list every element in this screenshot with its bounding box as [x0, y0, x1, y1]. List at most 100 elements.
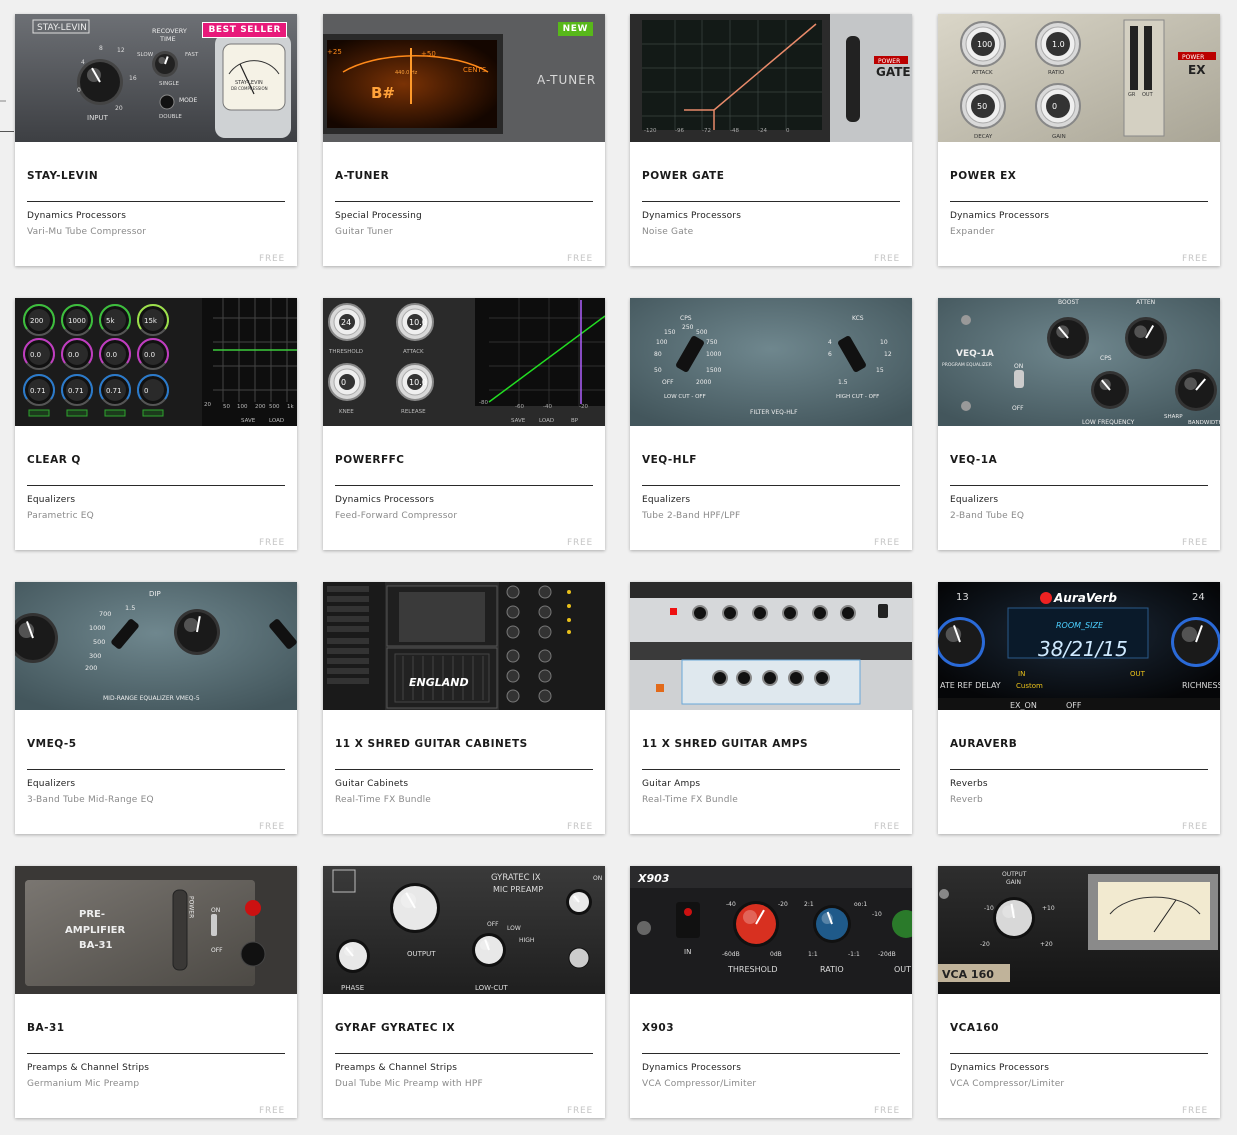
thumb-label: 500 — [696, 329, 708, 336]
product-title[interactable]: A-TUNER — [335, 170, 389, 182]
title-divider — [27, 769, 285, 770]
product-thumbnail[interactable]: 100 1.0 50 0 ATTACK RATIO DECAY GAIN GR OUT … — [938, 14, 1220, 142]
thumb-label: 1000 — [89, 624, 106, 632]
product-card[interactable]: VEQ-1A PROGRAM EQUALIZER ON OFF BOOST ATTEN… — [938, 298, 1220, 550]
product-title[interactable]: POWERFFC — [335, 454, 405, 466]
thumb-label: SINGLE — [159, 81, 180, 87]
thumb-label: LOAD — [269, 418, 284, 424]
thumb-label: 1.0 — [1052, 40, 1065, 49]
product-thumbnail[interactable]: AuraVerb ROOM_SIZE 38/21/15 IN OUT Custom … — [938, 582, 1220, 710]
thumb-label: 20 — [204, 402, 211, 408]
product-category: Dynamics Processors — [642, 1063, 742, 1073]
thumb-label: 250 — [682, 324, 694, 331]
product-title[interactable]: 11 X SHRED GUITAR AMPS — [642, 738, 808, 750]
product-card[interactable]: AuraVerb ROOM_SIZE 38/21/15 IN OUT Custom … — [938, 582, 1220, 834]
product-title[interactable]: VMEQ-5 — [27, 738, 77, 750]
plugin-ui-image: OUTPUTGAIN -10 +10 -20 +20 VCA 160 — [938, 866, 1220, 994]
product-card[interactable]: OUTPUT PHASE LOW-CUT OFF LOW HIGH GYRATEC … — [323, 866, 605, 1118]
product-thumbnail[interactable]: STAY-LEVIN INPUT 0 4 8 12 16 20 RECOVERY TIME S… — [15, 14, 297, 142]
thumb-label: 2:1 — [804, 901, 814, 908]
product-thumbnail[interactable]: -96 -72 -48 -24 0 -120 POWER GATE — [630, 14, 912, 142]
thumb-label: 12 — [117, 47, 125, 54]
product-title[interactable]: VEQ-1A — [950, 454, 997, 466]
thumb-label: ON — [593, 875, 602, 882]
thumb-label: PRE- — [79, 909, 105, 920]
thumb-label: 50 — [977, 102, 987, 111]
product-title[interactable]: AURAVERB — [950, 738, 1017, 750]
product-thumbnail[interactable]: X903 IN -40 -20 -60dB 0dB THRESHOLD 2:1 oo:1 1… — [630, 866, 912, 994]
plugin-ui-image: DIP 700 1.5 1000 500 300 200 MID-RANGE EQUALIZ… — [15, 582, 297, 710]
thumb-label: IN — [684, 948, 691, 956]
product-title[interactable]: POWER EX — [950, 170, 1016, 182]
product-subtitle: Parametric EQ — [27, 511, 94, 521]
product-thumbnail[interactable]: OUTPUT GAIN -10 +10 -20 +20 VCA 160 — [938, 866, 1220, 994]
product-card[interactable]: OUTPUT GAIN -10 +10 -20 +20 VCA 160 VCA160 D… — [938, 866, 1220, 1118]
thumb-label: MID-RANGE EQUALIZER VMEQ-5 — [103, 695, 200, 702]
product-category: Guitar Cabinets — [335, 779, 409, 789]
product-thumbnail[interactable]: 24 10.0 0 10.0 THRESHOLD ATTACK KNEE RELEAS… — [323, 298, 605, 426]
product-thumbnail[interactable]: DIP 700 1.5 1000 500 300 200 MID-RANGE EQUALIZ… — [15, 582, 297, 710]
thumb-label: KNEE — [339, 409, 354, 415]
product-thumbnail[interactable] — [630, 582, 912, 710]
thumb-label: 0 — [77, 87, 81, 94]
product-title[interactable]: CLEAR Q — [27, 454, 81, 466]
plugin-ui-image: CPS 250500 750 1000 1500 2000 150 100 80 50OFF L… — [630, 298, 912, 426]
product-card[interactable]: 200 1000 5k 15k 0.0 0.0 0.0 0.0 0.71 0.7… — [15, 298, 297, 550]
product-title[interactable]: X903 — [642, 1022, 674, 1034]
product-thumbnail[interactable]: OUTPUT PHASE LOW-CUT OFF LOW HIGH GYRATEC … — [323, 866, 605, 994]
product-title[interactable]: 11 X SHRED GUITAR CABINETS — [335, 738, 528, 750]
product-title[interactable]: GYRAF GYRATEC IX — [335, 1022, 455, 1034]
price-label: FREE — [873, 1106, 900, 1116]
product-card[interactable]: 24 10.0 0 10.0 THRESHOLD ATTACK KNEE RELEAS… — [323, 298, 605, 550]
product-card[interactable]: STAY-LEVIN INPUT 0 4 8 12 16 20 RECOVERY TIME S… — [15, 14, 297, 266]
product-subtitle: VCA Compressor/Limiter — [950, 1079, 1065, 1089]
thumb-label: 1000 — [706, 351, 721, 358]
title-divider — [335, 201, 593, 202]
product-thumbnail[interactable]: PRE- AMPLIFIER BA-31 POWER ON OFF — [15, 866, 297, 994]
product-thumbnail[interactable]: VEQ-1A PROGRAM EQUALIZER ON OFF BOOST ATTEN… — [938, 298, 1220, 426]
title-divider — [950, 769, 1208, 770]
thumb-label: ATTEN — [1136, 299, 1155, 306]
thumb-label: -10 — [984, 905, 994, 912]
product-thumbnail[interactable]: 200 1000 5k 15k 0.0 0.0 0.0 0.0 0.71 0.7… — [15, 298, 297, 426]
product-card[interactable]: +25 +50 CENTS B# 440.0 Hz A-TUNER NEW A-TUN… — [323, 14, 605, 266]
thumb-label: POWER — [188, 896, 195, 918]
thumb-label: LOW-CUT — [475, 984, 508, 992]
thumb-label: GAIN — [1052, 134, 1066, 140]
product-category: Equalizers — [27, 779, 76, 789]
product-card[interactable]: CPS 250 500 750 1000 1500 2000 150 100 80 50 OFF L… — [630, 298, 912, 550]
product-subtitle: Germanium Mic Preamp — [27, 1079, 140, 1089]
thumb-label: 1.5 — [838, 379, 848, 386]
product-thumbnail[interactable]: +25 +50 CENTS B# 440.0 Hz A-TUNER NEW — [323, 14, 605, 142]
thumb-label: 5k — [106, 317, 115, 325]
price-label: FREE — [1181, 822, 1208, 832]
product-title[interactable]: VCA160 — [950, 1022, 999, 1034]
thumb-label: B# — [371, 84, 395, 102]
thumb-label: CPS — [680, 315, 692, 322]
thumb-label: 0.71 — [30, 387, 46, 395]
plugin-ui-image: AuraVerb ROOM_SIZE 38/21/15 IN OUTCustom … — [938, 582, 1220, 710]
product-title[interactable]: STAY-LEVIN — [27, 170, 98, 182]
plugin-ui-image: 200 1000 5k 15k 0.0 0.0 0.0 0.0 0.71 0.7… — [15, 298, 297, 426]
product-card[interactable]: X903 IN -40 -20 -60dB 0dB THRESHOLD 2:1 oo:1 1… — [630, 866, 912, 1118]
thumb-label: 0 — [1052, 102, 1057, 111]
product-title[interactable]: POWER GATE — [642, 170, 724, 182]
thumb-label: MODE — [179, 97, 198, 104]
product-card[interactable]: ENGLAND 11 X SHRED GUITAR CABINETS Guita… — [323, 582, 605, 834]
product-card[interactable]: DIP 700 1.5 1000 500 300 200 MID-RANGE EQUALIZ… — [15, 582, 297, 834]
product-title[interactable]: VEQ-HLF — [642, 454, 697, 466]
thumb-label: CENTS — [463, 66, 487, 74]
product-card[interactable]: 11 X SHRED GUITAR AMPS Guitar Amps Real-… — [630, 582, 912, 834]
product-category: Preamps & Channel Strips — [27, 1063, 150, 1073]
thumb-label: Custom — [1016, 682, 1043, 690]
product-card[interactable]: PRE- AMPLIFIER BA-31 POWER ON OFF BA-31 Pre… — [15, 866, 297, 1118]
product-thumbnail[interactable]: ENGLAND — [323, 582, 605, 710]
product-card[interactable]: -96 -72 -48 -24 0 -120 POWER GATE POWER GATE D… — [630, 14, 912, 266]
product-thumbnail[interactable]: CPS 250 500 750 1000 1500 2000 150 100 80 50 OFF L… — [630, 298, 912, 426]
product-card[interactable]: 100 1.0 50 0 ATTACK RATIO DECAY GAIN GR OUT … — [938, 14, 1220, 266]
product-title[interactable]: BA-31 — [27, 1022, 65, 1034]
thumb-label: AuraVerb — [1053, 591, 1117, 605]
price-label: FREE — [258, 822, 285, 832]
thumb-label: -40 — [543, 404, 552, 410]
plugin-ui-image: 100 1.0 50 0 ATTACK RATIODECAY GAIN GR OUT … — [938, 14, 1220, 142]
